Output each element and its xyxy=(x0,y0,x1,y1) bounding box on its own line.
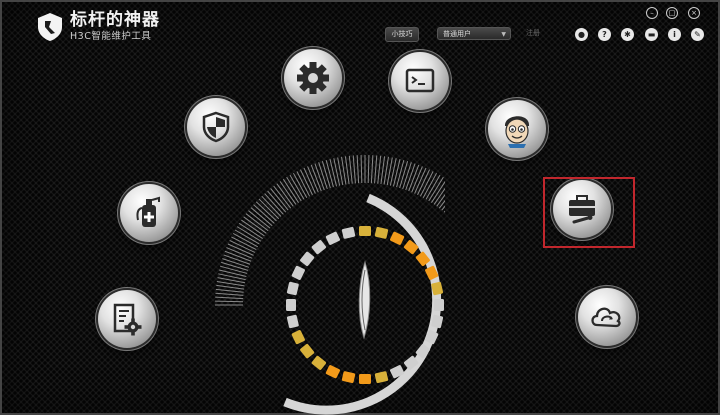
shield-logo-icon xyxy=(38,13,62,41)
fire-extinguisher-icon xyxy=(136,196,160,227)
gauge-tick xyxy=(270,188,289,211)
gauge-segment xyxy=(311,355,327,370)
gauge-tick xyxy=(215,300,244,303)
gauge-tick xyxy=(356,155,360,184)
gauge-segment xyxy=(359,374,371,384)
gauge-tick xyxy=(215,288,244,293)
network-engineer-feature[interactable] xyxy=(488,100,546,158)
gauge-tick xyxy=(428,176,444,202)
gauge-tick xyxy=(236,226,262,242)
gauge-tick xyxy=(243,216,267,234)
gauge-tick xyxy=(367,155,370,184)
gauge-tick xyxy=(216,284,245,290)
gauge-segment xyxy=(311,240,327,255)
gauge-tick xyxy=(248,210,271,229)
gauge-tick xyxy=(344,156,350,185)
gauge-tick xyxy=(276,183,294,207)
app-subtitle: H3C智能维护工具 xyxy=(70,31,152,43)
gauge-tick xyxy=(399,161,409,189)
gauge-tick xyxy=(360,155,363,184)
gauge-segment xyxy=(374,226,389,239)
gauge-tick xyxy=(245,213,269,232)
gauge-tick xyxy=(370,155,374,184)
gauge-segment xyxy=(291,265,305,280)
gauge-tick xyxy=(219,269,247,278)
gauge-segment xyxy=(374,371,389,384)
feedback-icon[interactable]: ✎ xyxy=(691,28,704,41)
gauge-tick xyxy=(219,265,248,274)
gauge-tick xyxy=(348,155,353,184)
gauge-tick xyxy=(258,198,280,220)
gauge-segment xyxy=(390,231,405,245)
restore-icon[interactable]: □ xyxy=(666,7,678,19)
cloud-sync-feature[interactable] xyxy=(578,288,636,346)
gauge-tick xyxy=(286,176,302,202)
tips-button[interactable]: 小技巧 xyxy=(385,27,419,42)
gauge-segment xyxy=(359,226,371,236)
gauge-tick xyxy=(241,219,265,237)
gauge-segment xyxy=(286,314,299,329)
gauge-tick xyxy=(215,292,244,296)
app-logo: 标杆的神器 H3C智能维护工具 xyxy=(36,12,160,42)
close-icon[interactable]: × xyxy=(688,7,700,19)
gauge-tick xyxy=(273,185,292,209)
gauge-tick xyxy=(380,156,386,185)
center-needle-icon xyxy=(358,260,371,340)
user-type-select[interactable]: 普通用户 ▼ xyxy=(437,27,511,40)
gauge-segment xyxy=(325,365,340,379)
gauge-tick xyxy=(267,190,287,213)
user-type-value: 普通用户 xyxy=(443,30,471,38)
gauge-tick xyxy=(264,193,284,215)
app-title: 标杆的神器 xyxy=(70,10,160,31)
info-icon[interactable]: i xyxy=(668,28,681,41)
cloud-sync-icon xyxy=(591,307,621,328)
gauge-segment xyxy=(434,299,444,311)
gauge-tick xyxy=(261,195,282,217)
person-icon[interactable]: ● xyxy=(575,28,588,41)
gauge-tick xyxy=(279,181,297,205)
login-link[interactable]: 注册 xyxy=(526,28,540,38)
gauge-tick xyxy=(396,159,405,188)
gear-icon xyxy=(297,62,329,94)
gauge-segment xyxy=(291,330,305,345)
gauge-tick xyxy=(329,159,338,187)
document-gear-icon xyxy=(113,303,142,336)
config-document-feature[interactable] xyxy=(98,290,156,348)
gauge-segment xyxy=(286,281,299,296)
gauge-tick xyxy=(325,159,334,188)
terminal-icon xyxy=(405,68,435,93)
gauge-segment xyxy=(286,299,296,311)
gauge-tick xyxy=(238,222,263,239)
gauge-tick xyxy=(377,155,382,184)
gauge-tick xyxy=(221,261,249,271)
settings-icon[interactable]: ✱ xyxy=(621,28,634,41)
gauge-tick xyxy=(282,178,299,203)
engineer-avatar-icon xyxy=(504,116,530,148)
gauge-tick xyxy=(392,159,401,187)
gauge-tick xyxy=(321,161,331,189)
selection-highlight xyxy=(543,177,635,248)
gauge-segment xyxy=(341,371,356,384)
help-icon[interactable]: ? xyxy=(598,28,611,41)
fire-extinguisher-feature[interactable] xyxy=(120,184,178,242)
gauge-segment xyxy=(325,231,340,245)
message-icon[interactable]: ▬ xyxy=(645,28,658,41)
central-gauge xyxy=(215,155,445,415)
gauge-segment xyxy=(300,343,315,359)
gauge-tick xyxy=(215,296,244,300)
gauge-tick xyxy=(253,204,275,224)
gauge-tick xyxy=(374,155,378,184)
gauge-tick xyxy=(352,155,356,184)
gauge-segment xyxy=(341,226,356,239)
minimize-icon[interactable]: – xyxy=(646,7,658,19)
gauge-segment xyxy=(300,251,315,267)
gauge-tick xyxy=(255,201,277,222)
settings-gear-feature[interactable] xyxy=(284,49,342,107)
gauge-tick xyxy=(250,207,273,227)
chevron-down-icon: ▼ xyxy=(501,31,506,38)
command-console-feature[interactable] xyxy=(391,52,449,110)
